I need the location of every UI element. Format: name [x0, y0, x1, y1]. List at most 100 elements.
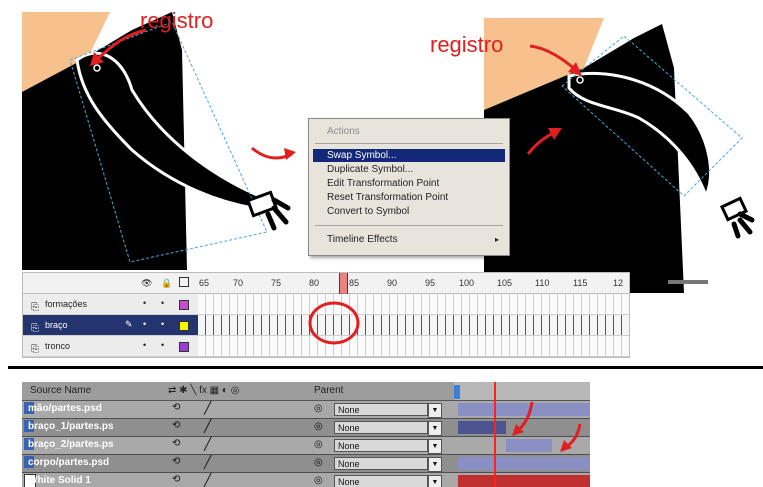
- menu-item-timeline-effects[interactable]: Timeline Effects ▸: [313, 233, 505, 246]
- visibility-dot[interactable]: •: [143, 340, 146, 350]
- layer-duration-bar[interactable]: [458, 421, 506, 434]
- parent-header[interactable]: Parent: [314, 385, 343, 396]
- menu-item-edit-transformation-point[interactable]: Edit Transformation Point: [313, 177, 505, 190]
- ruler-tick: 105: [497, 278, 513, 288]
- current-time-indicator[interactable]: [494, 382, 496, 487]
- parent-select[interactable]: None: [334, 475, 428, 487]
- right-hand-illustration: [719, 196, 755, 239]
- chevron-down-icon[interactable]: ▼: [428, 421, 442, 436]
- layer-source-name[interactable]: White Solid 1: [28, 475, 164, 486]
- menu-item-duplicate-symbol[interactable]: Duplicate Symbol...: [313, 163, 505, 176]
- lock-dot[interactable]: •: [161, 298, 164, 308]
- menu-separator: [315, 225, 503, 226]
- outline-icon[interactable]: [179, 277, 189, 287]
- lock-dot[interactable]: •: [161, 319, 164, 329]
- layer-color-swatch[interactable]: [179, 321, 189, 331]
- timeline-ruler[interactable]: 👁 🔒 65 70 75 80 85 90 95 100 105 110 115…: [23, 273, 629, 294]
- layer-duration-bar[interactable]: [506, 439, 552, 452]
- layer-frames[interactable]: [198, 294, 629, 314]
- ae-arrow-2-icon: [560, 423, 582, 452]
- layer-name: braço: [45, 320, 68, 330]
- ae-layer-row[interactable]: braço_2/partes.ps ⟲ ╱ ◎ None ▼: [22, 437, 590, 455]
- quality-slash-icon[interactable]: ╱: [204, 401, 211, 415]
- layer-icon: ⎘: [31, 344, 39, 355]
- quality-slash-icon[interactable]: ╱: [204, 437, 211, 451]
- eye-icon[interactable]: 👁: [141, 278, 152, 289]
- switches-icons: ⇄ ✱ ╲ fx ▦ ◐ ◎: [168, 385, 240, 396]
- collapse-switch-icon[interactable]: ⟲: [172, 474, 180, 485]
- layer-duration-bar[interactable]: [458, 475, 590, 487]
- layer-source-name[interactable]: mão/partes.psd: [28, 403, 164, 414]
- layer-frames[interactable]: [198, 336, 629, 356]
- ruler-tick: 115: [573, 278, 588, 288]
- menu-separator: [315, 143, 503, 144]
- transition-arrow-icon: [251, 146, 296, 160]
- visibility-dot[interactable]: •: [143, 298, 146, 308]
- layer-source-name[interactable]: braço_1/partes.ps: [28, 421, 164, 432]
- work-area-marker[interactable]: [454, 385, 460, 399]
- collapse-switch-icon[interactable]: ⟲: [172, 456, 180, 467]
- ae-layer-row[interactable]: corpo/partes.psd ⟲ ╱ ◎ None ▼: [22, 455, 590, 473]
- ruler-tick: 80: [309, 278, 320, 288]
- quality-slash-icon[interactable]: ╱: [204, 473, 211, 487]
- quality-slash-icon[interactable]: ╱: [204, 419, 211, 433]
- collapse-switch-icon[interactable]: ⟲: [172, 402, 180, 413]
- chevron-down-icon[interactable]: ▼: [428, 475, 442, 487]
- chevron-down-icon[interactable]: ▼: [428, 439, 442, 454]
- ruler-tick: 65: [199, 278, 210, 288]
- layer-source-name[interactable]: corpo/partes.psd: [28, 457, 164, 468]
- quality-slash-icon[interactable]: ╱: [204, 455, 211, 469]
- collapse-switch-icon[interactable]: ⟲: [172, 438, 180, 449]
- layer-source-name[interactable]: braço_2/partes.ps: [28, 439, 164, 450]
- layer-name-cell: ⎘ tronco: [23, 336, 198, 356]
- pickwhip-icon[interactable]: ◎: [314, 421, 323, 432]
- layer-frames[interactable]: [198, 315, 629, 335]
- layer-color-swatch[interactable]: [179, 342, 189, 352]
- pickwhip-icon[interactable]: ◎: [314, 403, 323, 414]
- registro-arrow-right-icon: [529, 44, 582, 76]
- parent-select[interactable]: None: [334, 457, 428, 470]
- menu-item-convert-to-symbol[interactable]: Convert to Symbol: [313, 205, 505, 218]
- layer-name: formações: [45, 299, 88, 309]
- menu-item-swap-symbol[interactable]: Swap Symbol...: [313, 149, 505, 162]
- menu-item-reset-transformation-point[interactable]: Reset Transformation Point: [313, 191, 505, 204]
- lock-dot[interactable]: •: [161, 340, 164, 350]
- ae-layer-row[interactable]: mão/partes.psd ⟲ ╱ ◎ None ▼: [22, 401, 590, 419]
- ruler-tick: 90: [387, 278, 398, 288]
- layer-name-cell: ⎘ braço: [23, 315, 198, 335]
- layer-duration-bar[interactable]: [458, 457, 590, 470]
- registro-arrow-left-icon: [90, 28, 147, 66]
- ae-layer-row[interactable]: White Solid 1 ⟲ ╱ ◎ None ▼: [22, 473, 590, 487]
- ruler-tick: 110: [535, 278, 550, 288]
- parent-select[interactable]: None: [334, 403, 428, 416]
- layer-name-cell: ⎘ formações: [23, 294, 198, 314]
- chevron-down-icon[interactable]: ▼: [428, 457, 442, 472]
- ruler-tick: 12: [613, 278, 624, 288]
- ruler-tick: 95: [425, 278, 436, 288]
- lock-icon[interactable]: 🔒: [161, 278, 172, 289]
- visibility-dot[interactable]: •: [143, 319, 146, 329]
- pickwhip-icon[interactable]: ◎: [314, 475, 323, 486]
- layer-color-swatch[interactable]: [179, 300, 189, 310]
- parent-select[interactable]: None: [334, 439, 428, 452]
- parent-select[interactable]: None: [334, 421, 428, 434]
- ruler-tick: 85: [349, 278, 360, 288]
- ruler-tick: 75: [271, 278, 282, 288]
- pencil-icon[interactable]: ✎: [125, 319, 133, 330]
- source-name-header[interactable]: Source Name: [30, 385, 91, 396]
- rotation-arrow-icon: [526, 128, 562, 155]
- context-menu: Actions Swap Symbol... Duplicate Symbol.…: [308, 118, 510, 256]
- collapse-switch-icon[interactable]: ⟲: [172, 420, 180, 431]
- pickwhip-icon[interactable]: ◎: [314, 457, 323, 468]
- highlight-circle-icon: [308, 301, 360, 345]
- layer-name: tronco: [45, 341, 71, 351]
- chevron-down-icon[interactable]: ▼: [428, 403, 442, 418]
- ae-arrow-1-icon: [512, 401, 534, 436]
- pickwhip-icon[interactable]: ◎: [314, 439, 323, 450]
- ae-timeline-panel: Source Name ⇄ ✱ ╲ fx ▦ ◐ ◎ Parent mão/pa…: [22, 382, 590, 487]
- ruler-tick: 100: [459, 278, 475, 288]
- ae-layer-row[interactable]: braço_1/partes.ps ⟲ ╱ ◎ None ▼: [22, 419, 590, 437]
- registro-label-right: registro: [430, 32, 504, 57]
- ruler-tick: 70: [233, 278, 244, 288]
- menu-item-actions: Actions: [327, 126, 360, 137]
